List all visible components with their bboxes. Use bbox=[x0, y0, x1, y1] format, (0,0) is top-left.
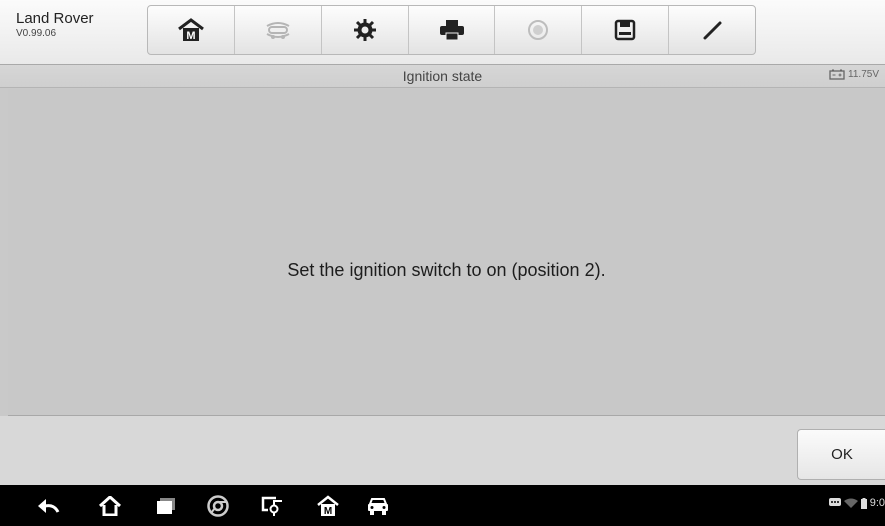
vehicle-menu-button[interactable] bbox=[364, 494, 392, 518]
vci-connector-icon bbox=[261, 496, 282, 516]
car-icon bbox=[368, 498, 388, 515]
app-name: Land Rover bbox=[16, 10, 94, 27]
maxisys-home-button[interactable]: M bbox=[314, 494, 342, 518]
message-panel: Set the ignition switch to on (position … bbox=[8, 89, 885, 416]
svg-text:M: M bbox=[186, 30, 195, 42]
vehicle-swap-button[interactable] bbox=[235, 6, 322, 54]
svg-text:M: M bbox=[324, 506, 332, 517]
home-nav-button[interactable] bbox=[96, 494, 124, 518]
system-navbar: M 9:0 bbox=[0, 485, 885, 526]
top-toolbar: Land Rover V0.99.06 M bbox=[0, 0, 885, 64]
save-icon bbox=[614, 19, 636, 41]
battery-voltage: 11.75V bbox=[848, 69, 879, 80]
instruction-message: Set the ignition switch to on (position … bbox=[287, 260, 606, 280]
status-area: 9:0 bbox=[828, 497, 885, 509]
battery-icon bbox=[860, 497, 867, 509]
page-title: Ignition state bbox=[402, 68, 483, 84]
back-icon bbox=[38, 499, 60, 513]
title-bar: Ignition state 11.75V bbox=[0, 64, 885, 88]
vci-link-button[interactable] bbox=[258, 494, 286, 518]
battery-status: 11.75V bbox=[829, 69, 879, 80]
app-info: Land Rover V0.99.06 bbox=[16, 10, 94, 41]
recent-apps-button[interactable] bbox=[152, 494, 180, 518]
chat-icon bbox=[828, 498, 841, 506]
home-icon bbox=[98, 496, 122, 516]
toolbar-button-group: M bbox=[147, 5, 756, 55]
save-button[interactable] bbox=[582, 6, 670, 54]
wifi-icon bbox=[843, 498, 858, 508]
pen-icon bbox=[703, 21, 722, 40]
settings-button[interactable] bbox=[322, 6, 409, 54]
clock: 9:0 bbox=[869, 497, 885, 509]
home-icon: M bbox=[178, 18, 204, 42]
edit-button[interactable] bbox=[669, 6, 755, 54]
help-icon bbox=[528, 20, 549, 40]
back-button[interactable] bbox=[34, 494, 62, 518]
browser-button[interactable] bbox=[204, 494, 232, 518]
battery-icon bbox=[829, 69, 845, 80]
gear-icon bbox=[353, 19, 376, 41]
ok-button[interactable]: OK bbox=[797, 429, 885, 480]
help-button[interactable] bbox=[495, 6, 583, 54]
recent-apps-icon bbox=[157, 498, 175, 514]
action-bar: OK bbox=[0, 416, 885, 485]
print-button[interactable] bbox=[409, 6, 496, 54]
chrome-icon bbox=[207, 495, 229, 517]
printer-icon bbox=[439, 20, 464, 41]
home-button[interactable]: M bbox=[148, 6, 235, 54]
home-icon: M bbox=[317, 495, 339, 517]
vehicle-swap-icon bbox=[266, 22, 290, 39]
app-version: V0.99.06 bbox=[16, 28, 57, 39]
